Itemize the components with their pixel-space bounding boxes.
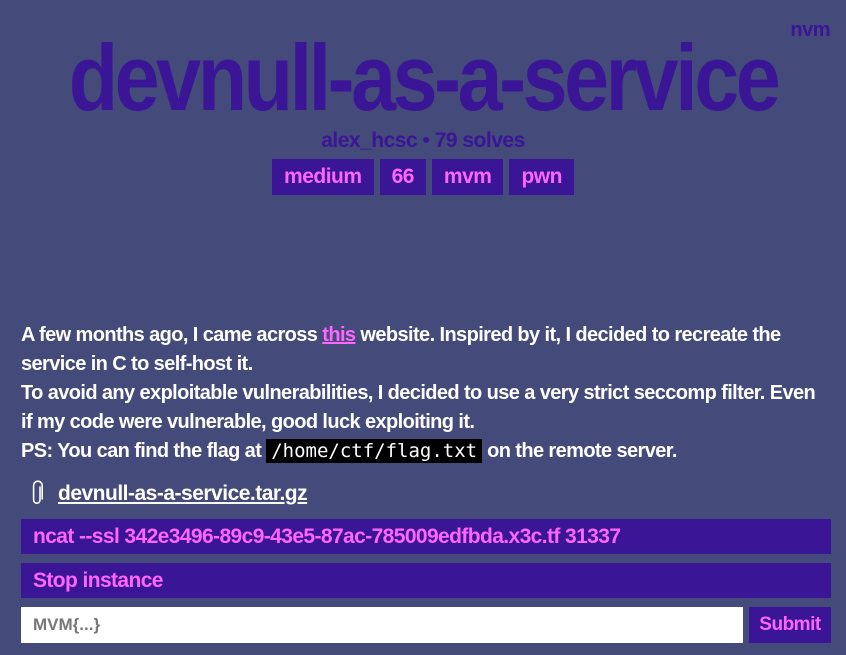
- corner-tag: nvm: [790, 19, 830, 41]
- stop-instance-button[interactable]: Stop instance: [21, 563, 831, 598]
- tag-list: medium 66 mvm pwn: [0, 159, 846, 195]
- flag-input[interactable]: [21, 607, 743, 643]
- submit-button[interactable]: Submit: [749, 607, 831, 643]
- description-text: PS: You can find the flag at: [21, 440, 267, 462]
- attachment-download-link[interactable]: devnull-as-a-service.tar.gz: [58, 482, 308, 506]
- description-paragraph: A few months ago, I came across this web…: [21, 321, 831, 379]
- challenge-title: devnull-as-a-service: [68, 25, 781, 130]
- description-paragraph: PS: You can find the flag at /home/ctf/f…: [21, 437, 831, 466]
- flag-path-code: /home/ctf/flag.txt: [266, 439, 483, 463]
- connection-command[interactable]: ncat --ssl 342e3496-89c9-43e5-87ac-78500…: [21, 519, 831, 554]
- tag-points: 66: [379, 159, 426, 195]
- tag-category: pwn: [509, 159, 574, 195]
- this-link[interactable]: this: [322, 324, 356, 346]
- description-paragraph: To avoid any exploitable vulnerabilities…: [21, 379, 831, 437]
- flag-form: Submit: [21, 607, 831, 643]
- challenge-description: A few months ago, I came across this web…: [21, 321, 831, 466]
- description-text: on the remote server.: [482, 440, 677, 462]
- description-text: A few months ago, I came across: [21, 324, 323, 346]
- tag-difficulty: medium: [272, 159, 374, 195]
- tag-event: mvm: [431, 159, 504, 195]
- description-text: To avoid any exploitable vulnerabilities…: [21, 382, 816, 433]
- attachment: devnull-as-a-service.tar.gz: [28, 480, 308, 508]
- paperclip-icon: [28, 480, 48, 508]
